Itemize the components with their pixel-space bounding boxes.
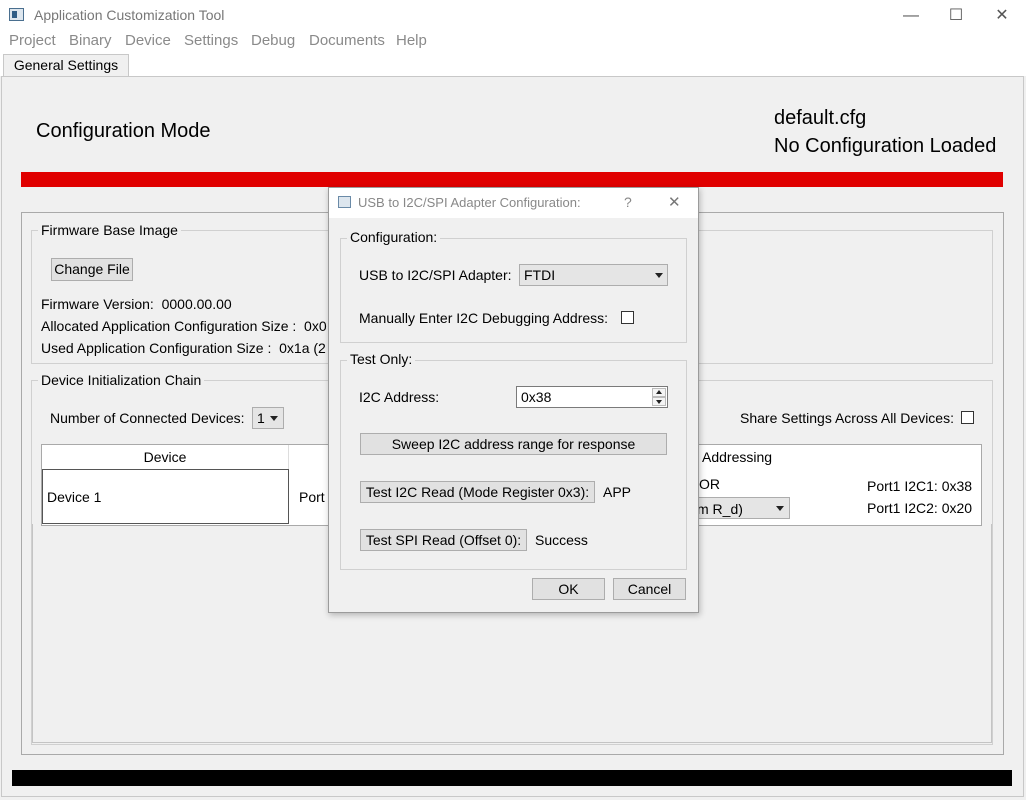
adapter-select[interactable]: FTDI bbox=[519, 264, 668, 286]
firmware-version: Firmware Version: 0000.00.00 bbox=[41, 296, 232, 312]
configuration-group bbox=[340, 238, 687, 343]
num-devices-value: 1 bbox=[257, 410, 265, 426]
device-chain-group-title: Device Initialization Chain bbox=[38, 372, 205, 388]
menu-project[interactable]: Project bbox=[9, 32, 56, 49]
chevron-down-icon bbox=[776, 506, 784, 511]
adapter-label: USB to I2C/SPI Adapter: bbox=[359, 267, 512, 283]
maximize-button[interactable]: ☐ bbox=[933, 0, 979, 31]
used-config-size: Used Application Configuration Size : 0x… bbox=[41, 340, 326, 356]
i2c-address-spinbox[interactable]: 0x38 bbox=[516, 386, 668, 408]
addressing-or-label: OR bbox=[699, 476, 720, 492]
i2c-address-label: I2C Address: bbox=[359, 389, 440, 405]
manual-address-label: Manually Enter I2C Debugging Address: bbox=[359, 310, 609, 326]
menu-documents[interactable]: Documents bbox=[309, 32, 385, 49]
addressing-select[interactable]: m R_d) bbox=[690, 497, 790, 519]
column-header-device: Device bbox=[42, 445, 289, 469]
test-i2c-result: APP bbox=[603, 484, 632, 500]
close-button[interactable]: ✕ bbox=[979, 0, 1025, 31]
minimize-button[interactable]: — bbox=[888, 0, 934, 31]
config-file-name: default.cfg bbox=[774, 107, 867, 129]
dialog-title: USB to I2C/SPI Adapter Configuration: bbox=[358, 195, 581, 210]
help-button[interactable]: ? bbox=[624, 194, 632, 210]
share-settings-label: Share Settings Across All Devices: bbox=[740, 410, 954, 426]
chevron-down-icon bbox=[270, 416, 278, 421]
test-i2c-read-button[interactable]: Test I2C Read (Mode Register 0x3): bbox=[360, 481, 595, 503]
addressing-select-value: m R_d) bbox=[697, 501, 743, 517]
menu-binary[interactable]: Binary bbox=[69, 32, 112, 49]
spin-down-icon[interactable] bbox=[652, 397, 666, 406]
ok-button[interactable]: OK bbox=[532, 578, 605, 600]
table-cell-port: Port bbox=[299, 489, 325, 505]
i2c-address-value: 0x38 bbox=[521, 389, 552, 405]
menu-settings[interactable]: Settings bbox=[184, 32, 238, 49]
config-status: No Configuration Loaded bbox=[774, 135, 997, 157]
test-spi-read-button[interactable]: Test SPI Read (Offset 0): bbox=[360, 529, 527, 551]
menu-help[interactable]: Help bbox=[396, 32, 427, 49]
dialog-close-button[interactable]: ✕ bbox=[668, 193, 681, 211]
test-spi-result: Success bbox=[535, 532, 588, 548]
allocated-config-size: Allocated Application Configuration Size… bbox=[41, 318, 327, 334]
num-devices-label: Number of Connected Devices: bbox=[50, 410, 245, 426]
page-title: Configuration Mode bbox=[36, 120, 211, 142]
manual-address-checkbox[interactable] bbox=[621, 311, 634, 324]
app-icon bbox=[9, 8, 24, 21]
menu-debug[interactable]: Debug bbox=[251, 32, 295, 49]
window-title: Application Customization Tool bbox=[34, 7, 225, 23]
sweep-i2c-button[interactable]: Sweep I2C address range for response bbox=[360, 433, 667, 455]
cancel-button[interactable]: Cancel bbox=[613, 578, 686, 600]
menu-device[interactable]: Device bbox=[125, 32, 171, 49]
configuration-group-title: Configuration: bbox=[347, 229, 441, 245]
spin-up-icon[interactable] bbox=[652, 388, 666, 397]
change-file-button[interactable]: Change File bbox=[51, 258, 133, 281]
port1-i2c2-address: Port1 I2C2: 0x20 bbox=[867, 500, 973, 516]
bottom-status-bar bbox=[12, 770, 1012, 786]
port1-i2c1-address: Port1 I2C1: 0x38 bbox=[867, 478, 973, 494]
num-devices-select[interactable]: 1 bbox=[252, 407, 284, 429]
status-bar-red bbox=[21, 172, 1003, 187]
column-header-addressing: Addressing bbox=[702, 449, 773, 465]
adapter-select-value: FTDI bbox=[524, 267, 556, 283]
firmware-group-title: Firmware Base Image bbox=[38, 222, 181, 238]
share-settings-checkbox[interactable] bbox=[961, 411, 974, 424]
table-cell-device[interactable]: Device 1 bbox=[42, 469, 289, 524]
tab-strip bbox=[0, 52, 1026, 76]
tab-general-settings[interactable]: General Settings bbox=[3, 54, 129, 76]
chevron-down-icon bbox=[655, 273, 663, 278]
dialog-app-icon bbox=[338, 196, 351, 208]
test-only-group-title: Test Only: bbox=[347, 351, 416, 367]
